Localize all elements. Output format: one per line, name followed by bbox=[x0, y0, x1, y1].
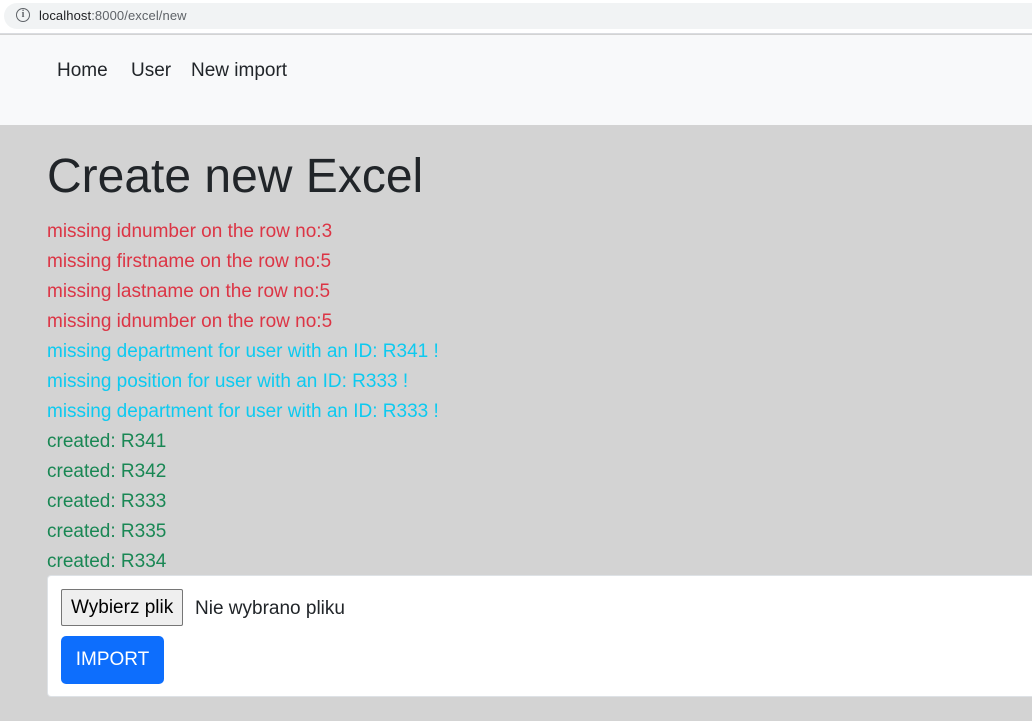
import-form: Wybierz plik Nie wybrano pliku IMPORT bbox=[47, 575, 1032, 697]
page-title: Create new Excel bbox=[47, 150, 424, 203]
created-message: created: R335 bbox=[47, 521, 167, 542]
created-message: created: R342 bbox=[47, 461, 167, 482]
file-status-text: Nie wybrano pliku bbox=[195, 598, 345, 619]
url-path: :8000/excel/new bbox=[91, 8, 187, 23]
url-text[interactable]: localhost:8000/excel/new bbox=[39, 8, 187, 23]
warning-message: missing position for user with an ID: R3… bbox=[47, 371, 409, 392]
info-icon[interactable]: i bbox=[16, 8, 30, 22]
browser-address-bar: i localhost:8000/excel/new bbox=[0, 0, 1032, 34]
warning-message: missing department for user with an ID: … bbox=[47, 341, 439, 362]
created-message: created: R341 bbox=[47, 431, 167, 452]
nav-link-home[interactable]: Home bbox=[57, 60, 108, 82]
navbar: Home User New import bbox=[0, 35, 1032, 125]
created-message: created: R334 bbox=[47, 551, 167, 572]
nav-link-user[interactable]: User bbox=[131, 60, 171, 82]
choose-file-button[interactable]: Wybierz plik bbox=[61, 589, 184, 626]
error-message: missing firstname on the row no:5 bbox=[47, 251, 332, 272]
nav-link-new-import[interactable]: New import bbox=[191, 60, 287, 82]
import-button[interactable]: IMPORT bbox=[61, 636, 164, 684]
url-host: localhost bbox=[39, 8, 92, 23]
url-field[interactable]: i localhost:8000/excel/new bbox=[4, 3, 1032, 29]
message-list: missing idnumber on the row no:3 missing… bbox=[47, 217, 439, 577]
error-message: missing lastname on the row no:5 bbox=[47, 281, 331, 302]
warning-message: missing department for user with an ID: … bbox=[47, 401, 439, 422]
created-message: created: R333 bbox=[47, 491, 167, 512]
error-message: missing idnumber on the row no:5 bbox=[47, 311, 333, 332]
error-message: missing idnumber on the row no:3 bbox=[47, 221, 333, 242]
